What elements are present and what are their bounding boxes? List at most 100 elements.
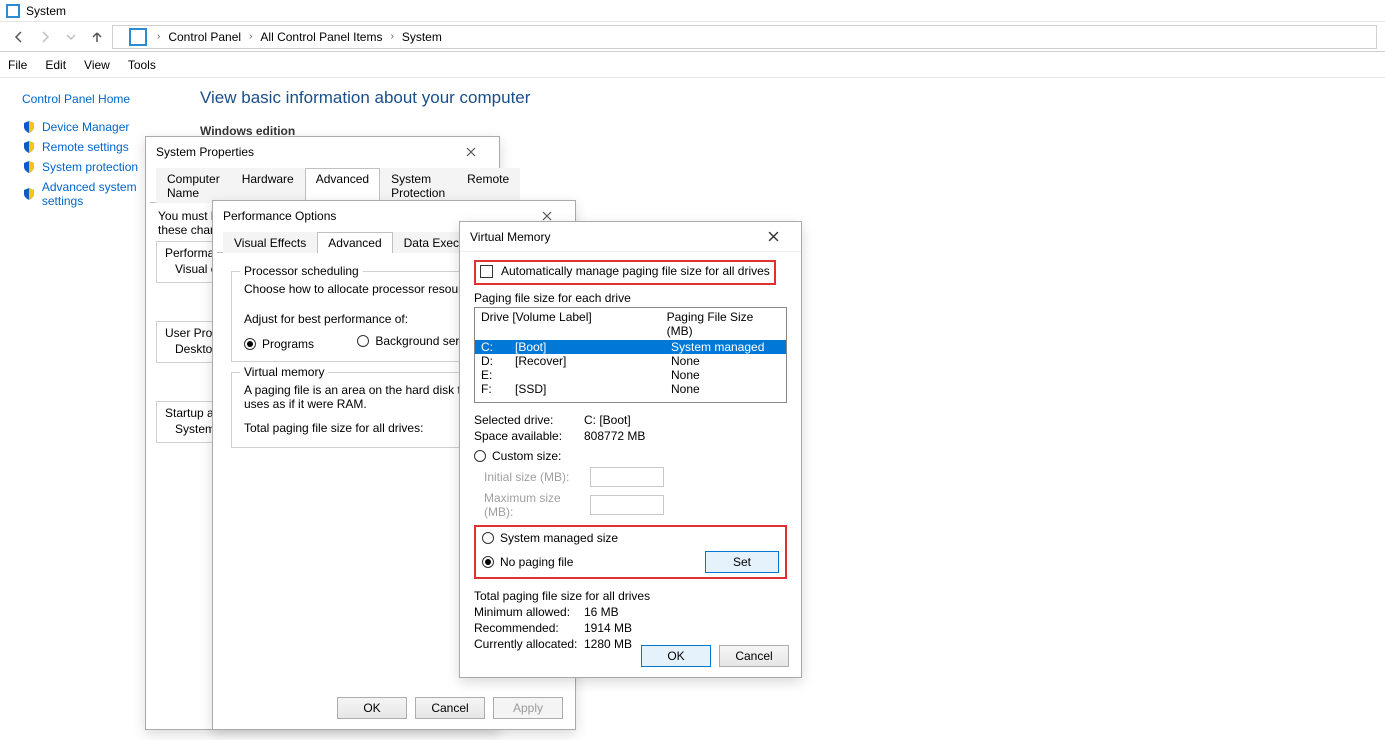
dialog-virtual-memory: Virtual Memory Automatically manage pagi…: [459, 221, 802, 678]
min-allowed-value: 16 MB: [584, 605, 619, 619]
nav-dropdown-icon[interactable]: [60, 26, 82, 48]
cancel-button[interactable]: Cancel: [415, 697, 485, 719]
tab-visual-effects[interactable]: Visual Effects: [223, 232, 317, 253]
drive-size: None: [671, 354, 700, 368]
shield-icon: [22, 187, 36, 201]
shield-icon: [22, 120, 36, 134]
dialog-button-row: OK Cancel Apply: [213, 687, 575, 729]
section-total-paging: Total paging file size for all drives: [474, 589, 787, 603]
sidebar-link-label: Remote settings: [42, 140, 129, 154]
radio-custom-size[interactable]: Custom size:: [474, 449, 561, 463]
drive-label: [SSD]: [515, 382, 671, 396]
system-icon: [6, 4, 20, 18]
shield-icon: [22, 160, 36, 174]
drive-size: None: [671, 368, 700, 382]
checkbox-label: Automatically manage paging file size fo…: [501, 264, 770, 278]
breadcrumb[interactable]: › Control Panel › All Control Panel Item…: [112, 25, 1377, 49]
window-titlebar: System: [0, 0, 1385, 22]
tab-hardware[interactable]: Hardware: [231, 168, 305, 203]
radio-label: Custom size:: [492, 449, 561, 463]
sidebar-link-label: System protection: [42, 160, 138, 174]
tab-system-protection[interactable]: System Protection: [380, 168, 456, 203]
drive-label: [Boot]: [515, 340, 671, 354]
recommended-label: Recommended:: [474, 621, 584, 635]
radio-icon: [482, 556, 494, 568]
drive-size: System managed: [671, 340, 764, 354]
radio-system-managed[interactable]: System managed size: [482, 531, 618, 545]
menu-file[interactable]: File: [8, 58, 27, 72]
tab-remote[interactable]: Remote: [456, 168, 520, 203]
drive-letter: F:: [481, 382, 515, 396]
chevron-right-icon[interactable]: ›: [390, 31, 393, 42]
tab-computer-name[interactable]: Computer Name: [156, 168, 231, 203]
total-label: Total paging file size for all drives:: [244, 421, 474, 435]
ok-button[interactable]: OK: [641, 645, 711, 667]
breadcrumb-item-2[interactable]: System: [398, 30, 446, 44]
drive-label: [Recover]: [515, 354, 671, 368]
drive-letter: D:: [481, 354, 515, 368]
checkbox-icon: [480, 265, 493, 278]
highlight-auto-manage: Automatically manage paging file size fo…: [474, 260, 776, 285]
group-title: Processor scheduling: [240, 264, 363, 278]
drive-row[interactable]: D:[Recover]None: [475, 354, 786, 368]
min-allowed-label: Minimum allowed:: [474, 605, 584, 619]
drive-row[interactable]: F:[SSD]None: [475, 382, 786, 396]
initial-size-label: Initial size (MB):: [484, 470, 590, 484]
radio-label: Programs: [262, 337, 314, 351]
tab-advanced[interactable]: Advanced: [305, 168, 380, 203]
address-icon: [129, 28, 147, 46]
breadcrumb-item-0[interactable]: Control Panel: [164, 30, 245, 44]
close-icon[interactable]: [753, 225, 793, 249]
nav-back-icon[interactable]: [8, 26, 30, 48]
group-title: Virtual memory: [240, 365, 328, 379]
drive-table: Drive [Volume Label] Paging File Size (M…: [474, 307, 787, 403]
sidebar-link-label: Device Manager: [42, 120, 129, 134]
col-size-label: Paging File Size (MB): [667, 310, 780, 338]
breadcrumb-item-1[interactable]: All Control Panel Items: [256, 30, 386, 44]
menu-view[interactable]: View: [84, 58, 110, 72]
apply-button[interactable]: Apply: [493, 697, 563, 719]
menu-tools[interactable]: Tools: [128, 58, 156, 72]
drive-letter: E:: [481, 368, 515, 382]
menu-edit[interactable]: Edit: [45, 58, 66, 72]
chevron-right-icon[interactable]: ›: [249, 31, 252, 42]
drive-table-header: Drive [Volume Label] Paging File Size (M…: [475, 308, 786, 340]
sidebar-home-link[interactable]: Control Panel Home: [22, 92, 180, 106]
selected-drive-label: Selected drive:: [474, 413, 584, 427]
radio-icon: [474, 450, 486, 462]
radio-icon: [244, 338, 256, 350]
ok-button[interactable]: OK: [337, 697, 407, 719]
cancel-button[interactable]: Cancel: [719, 645, 789, 667]
space-available-value: 808772 MB: [584, 429, 645, 443]
radio-no-paging-file[interactable]: No paging file: [482, 555, 573, 569]
section-paging-file-size: Paging file size for each drive: [474, 291, 787, 305]
nav-up-icon[interactable]: [86, 26, 108, 48]
space-available-label: Space available:: [474, 429, 584, 443]
tab-advanced[interactable]: Advanced: [317, 232, 392, 253]
radio-icon: [482, 532, 494, 544]
menubar: File Edit View Tools: [0, 52, 1385, 78]
maximum-size-input[interactable]: [590, 495, 664, 515]
set-button[interactable]: Set: [705, 551, 779, 573]
dialog-title: Virtual Memory: [470, 230, 550, 244]
drive-row[interactable]: E: None: [475, 368, 786, 382]
checkbox-auto-manage[interactable]: Automatically manage paging file size fo…: [480, 264, 770, 278]
recommended-value: 1914 MB: [584, 621, 632, 635]
drive-row[interactable]: C:[Boot]System managed: [475, 340, 786, 354]
page-header: View basic information about your comput…: [200, 88, 530, 108]
shield-icon: [22, 140, 36, 154]
chevron-right-icon[interactable]: ›: [157, 31, 160, 42]
maximum-size-label: Maximum size (MB):: [484, 491, 590, 519]
dialog-tabs: Computer Name Hardware Advanced System P…: [150, 167, 495, 203]
radio-programs[interactable]: Programs: [244, 337, 314, 351]
col-drive-label: Drive [Volume Label]: [481, 310, 667, 338]
close-icon[interactable]: [451, 140, 491, 164]
dialog-titlebar[interactable]: Virtual Memory: [460, 222, 801, 252]
window-title: System: [26, 4, 66, 18]
dialog-title: System Properties: [156, 145, 254, 159]
nav-forward-icon[interactable]: [34, 26, 56, 48]
initial-size-input[interactable]: [590, 467, 664, 487]
radio-label: System managed size: [500, 531, 618, 545]
dialog-titlebar[interactable]: System Properties: [146, 137, 499, 167]
sidebar-link-device-manager[interactable]: Device Manager: [22, 120, 180, 134]
